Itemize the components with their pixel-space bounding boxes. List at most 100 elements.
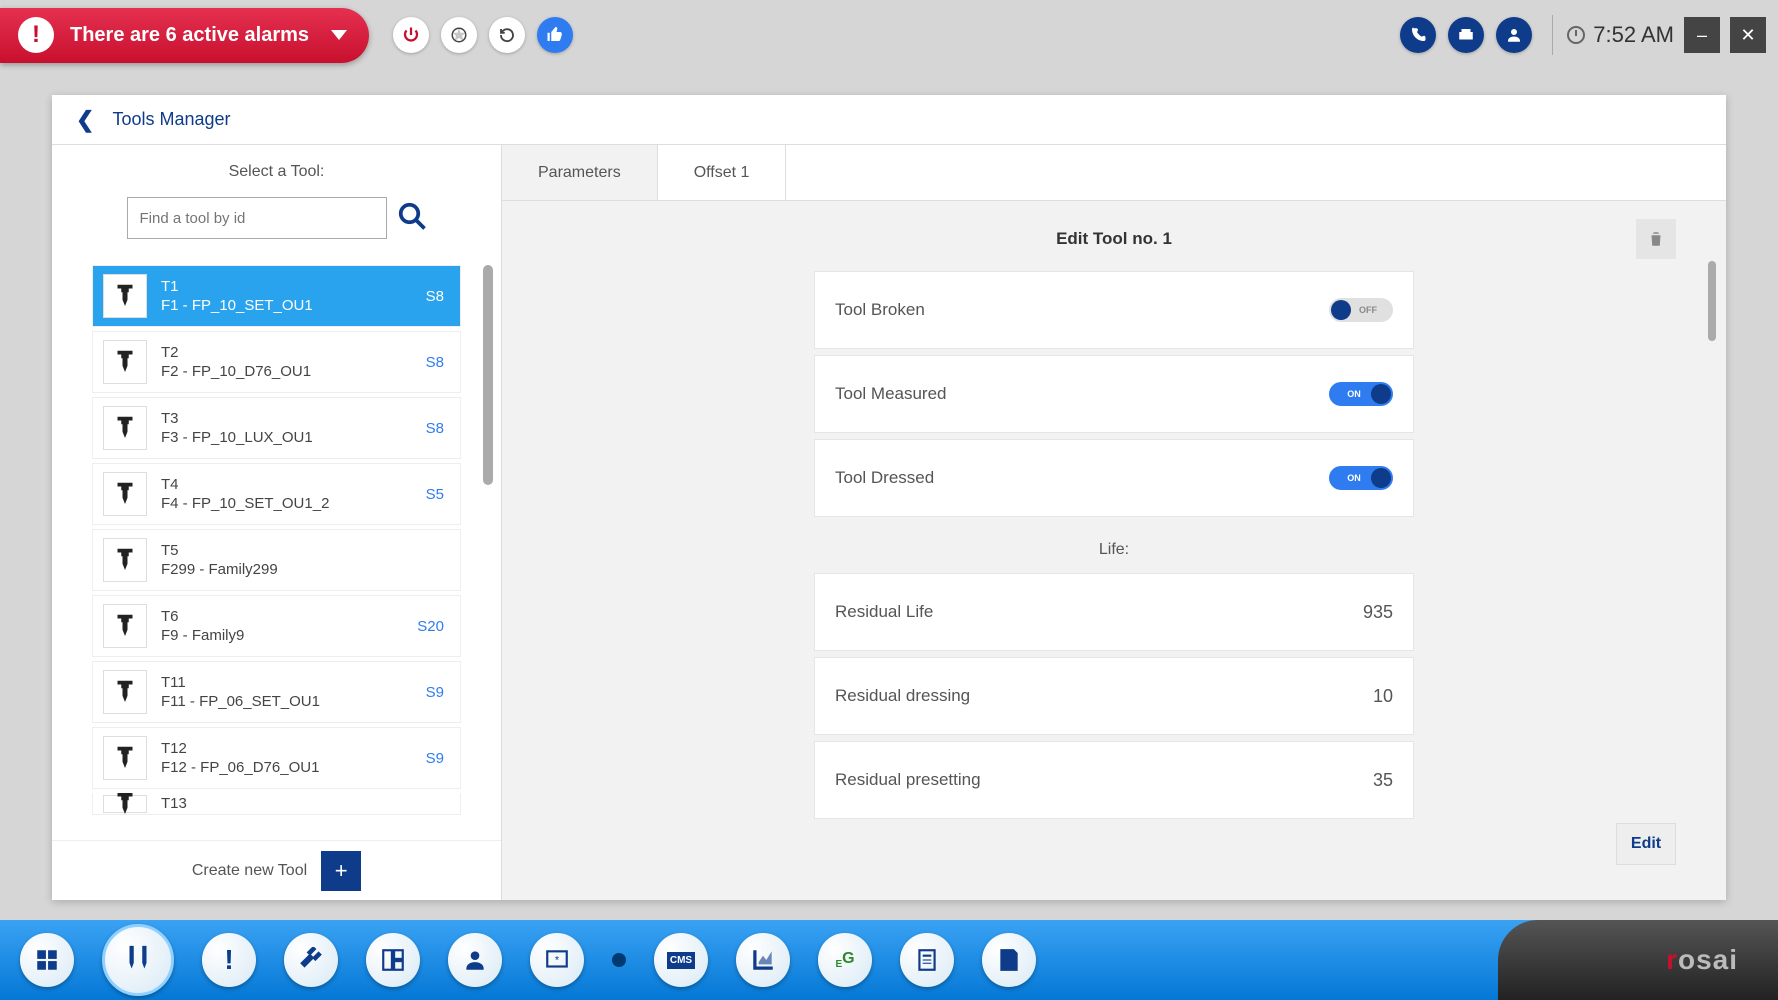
tool-slot-badge: S8 [426,420,444,437]
param-label: Tool Broken [835,300,925,320]
tool-family: F11 - FP_06_SET_OU1 [161,692,412,712]
back-button[interactable]: ❮ [76,107,94,133]
alarm-text: There are 6 active alarms [70,24,309,47]
toggle-tool-measured[interactable]: ON [1329,382,1393,406]
param-label: Tool Measured [835,384,947,404]
param-label: Tool Dressed [835,468,934,488]
clock-icon [1567,26,1585,44]
refresh-button[interactable] [489,17,525,53]
svg-text:*: * [555,954,560,966]
tool-item-t2[interactable]: T2F2 - FP_10_D76_OU1 S8 [92,331,461,393]
tool-id: T3 [161,409,412,429]
toggle-tool-broken[interactable]: OFF [1329,298,1393,322]
clock-display: 7:52 AM [1567,22,1674,48]
brand-logo: rosai [1666,944,1738,976]
machine-button[interactable] [1448,17,1484,53]
toggle-tool-dressed[interactable]: ON [1329,466,1393,490]
tool-slot-badge: S5 [426,486,444,503]
tool-slot-badge: S20 [417,618,444,635]
select-tool-label: Select a Tool: [76,163,477,181]
drill-icon [103,340,147,384]
tool-item-t13[interactable]: T13 [92,793,461,815]
tool-family: F1 - FP_10_SET_OU1 [161,296,412,316]
clock-time: 7:52 AM [1593,22,1674,48]
taskbar-alerts-button[interactable]: ! [202,933,256,987]
tool-family: F299 - Family299 [161,560,430,580]
tool-id: T5 [161,541,430,561]
tool-id: T12 [161,739,412,759]
taskbar-indicator-dot [612,953,626,967]
detail-scrollbar[interactable] [1708,261,1716,341]
user-button[interactable] [1496,17,1532,53]
param-residual-dressing: Residual dressing 10 [814,657,1414,735]
tool-id: T1 [161,277,412,297]
tool-item-t11[interactable]: T11F11 - FP_06_SET_OU1S9 [92,661,461,723]
taskbar-notes-button[interactable] [982,933,1036,987]
taskbar-apps-button[interactable] [20,933,74,987]
search-icon[interactable] [397,201,427,236]
tool-slot-badge: S9 [426,750,444,767]
tool-slot-badge: S8 [426,288,444,305]
drill-icon [103,795,147,813]
tool-item-t5[interactable]: T5F299 - Family299 [92,529,461,591]
drill-icon [103,604,147,648]
taskbar-layout-button[interactable] [366,933,420,987]
tool-id: T2 [161,343,412,363]
tool-family: F4 - FP_10_SET_OU1_2 [161,494,412,514]
param-tool-measured: Tool Measured ON [814,355,1414,433]
drill-icon [103,472,147,516]
search-input[interactable] [127,197,387,239]
param-label: Residual presetting [835,770,981,790]
tab-parameters[interactable]: Parameters [502,145,658,200]
tool-item-t1[interactable]: T1F1 - FP_10_SET_OU1 S8 [92,265,461,327]
alert-icon: ! [18,17,54,53]
edit-button[interactable]: Edit [1616,823,1676,865]
drill-icon [103,406,147,450]
taskbar-calculator-button[interactable] [900,933,954,987]
param-value: 10 [1373,686,1393,707]
param-label: Residual Life [835,602,933,622]
tool-item-t6[interactable]: T6F9 - Family9S20 [92,595,461,657]
param-tool-dressed: Tool Dressed ON [814,439,1414,517]
tool-family: F2 - FP_10_D76_OU1 [161,362,412,382]
tool-item-t3[interactable]: T3F3 - FP_10_LUX_OU1 S8 [92,397,461,459]
param-label: Residual dressing [835,686,970,706]
delete-tool-button[interactable] [1636,219,1676,259]
tool-family: F9 - Family9 [161,626,403,646]
tool-family: F3 - FP_10_LUX_OU1 [161,428,412,448]
page-title: Tools Manager [112,109,230,130]
close-button[interactable]: ✕ [1730,17,1766,53]
drill-icon [103,670,147,714]
tool-id: T11 [161,673,412,693]
chevron-down-icon [331,30,347,40]
taskbar-cms-button[interactable]: CMS [654,933,708,987]
drill-icon [103,538,147,582]
create-tool-button[interactable]: + [321,851,361,891]
param-tool-broken: Tool Broken OFF [814,271,1414,349]
activity-button[interactable] [441,17,477,53]
param-residual-life: Residual Life 935 [814,573,1414,651]
taskbar-chart-button[interactable] [736,933,790,987]
param-residual-presetting: Residual presetting 35 [814,741,1414,819]
drill-icon [103,736,147,780]
taskbar-tools-button[interactable] [102,924,174,996]
tool-slot-badge: S8 [426,354,444,371]
power-button[interactable] [393,17,429,53]
taskbar-maintenance-button[interactable] [284,933,338,987]
tab-offset-1[interactable]: Offset 1 [658,145,787,200]
phone-button[interactable] [1400,17,1436,53]
taskbar-eg-button[interactable]: EG [818,933,872,987]
minimize-button[interactable]: – [1684,17,1720,53]
divider [1552,15,1553,55]
taskbar-user-button[interactable] [448,933,502,987]
drill-icon [103,274,147,318]
alarm-banner[interactable]: ! There are 6 active alarms [0,8,369,63]
param-value: 35 [1373,770,1393,791]
tool-item-t4[interactable]: T4F4 - FP_10_SET_OU1_2S5 [92,463,461,525]
tool-id: T13 [161,794,444,814]
tool-item-t12[interactable]: T12F12 - FP_06_D76_OU1S9 [92,727,461,789]
taskbar-program-button[interactable]: * [530,933,584,987]
thumbs-up-button[interactable] [537,17,573,53]
param-value: 935 [1363,602,1393,623]
list-scrollbar[interactable] [483,265,493,485]
